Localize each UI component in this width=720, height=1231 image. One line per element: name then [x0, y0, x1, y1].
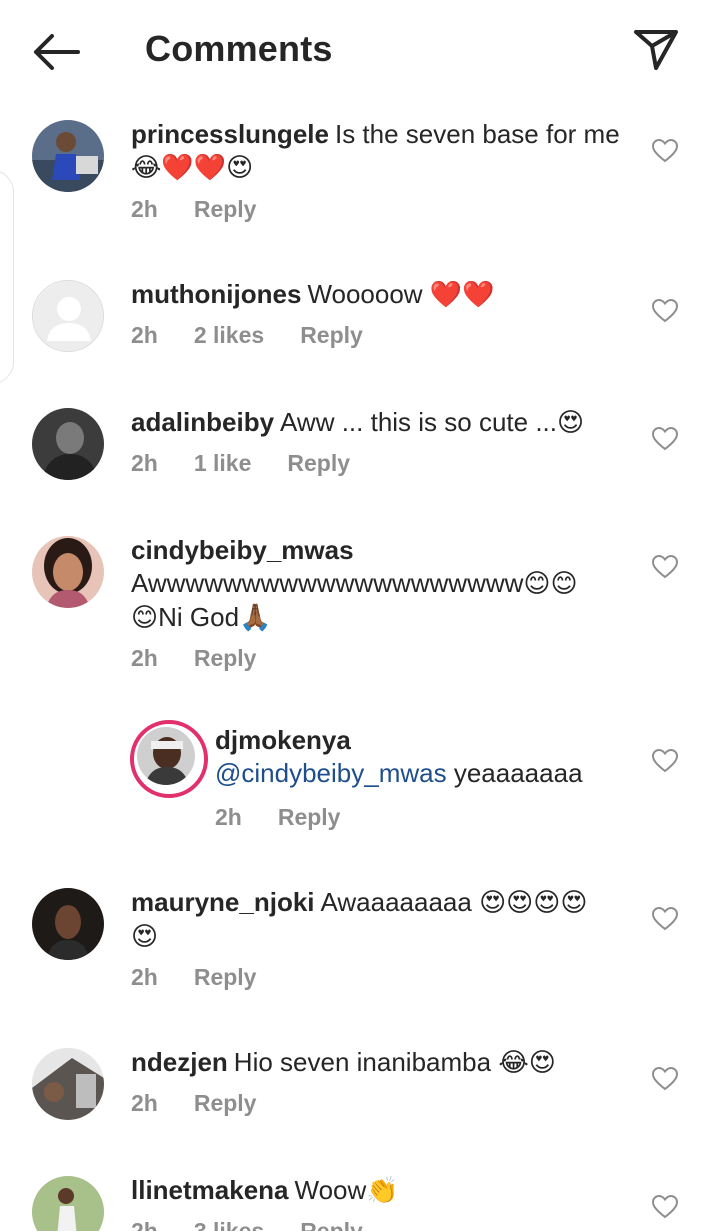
comment-meta: 2h Reply [215, 804, 376, 831]
comment-meta: 2h Reply [131, 196, 292, 223]
share-button[interactable] [632, 26, 680, 72]
comment-text: princesslungele Is the seven base for me … [131, 118, 621, 185]
comment-meta: 2h Reply [131, 964, 292, 991]
emoji-sequence: ❤️❤️ [429, 280, 495, 310]
reply-button[interactable]: Reply [300, 1218, 363, 1231]
username-link[interactable]: adalinbeiby [131, 407, 274, 437]
page-title: Comments [145, 28, 333, 69]
emoji-sequence: 👏 [366, 1176, 399, 1206]
username-link[interactable]: muthonijones [131, 279, 301, 309]
comment-body: Hio seven inanibamba [233, 1047, 492, 1077]
timestamp: 2h [131, 1090, 158, 1116]
arrow-left-icon [34, 34, 80, 70]
avatar [137, 727, 195, 785]
avatar[interactable] [32, 1176, 104, 1231]
comment-meta: 2h 1 like Reply [131, 450, 386, 477]
comment-text: muthonijones Wooooow ❤️❤️ [131, 278, 621, 312]
comment-item: adalinbeiby Aww ... this is so cute ...😍 … [0, 406, 720, 496]
likes-count[interactable]: 2 likes [194, 322, 264, 348]
comment-body: Woow [294, 1175, 367, 1205]
heart-icon[interactable] [652, 907, 678, 931]
timestamp: 2h [131, 1218, 158, 1231]
heart-icon[interactable] [652, 427, 678, 451]
avatar-story-ring[interactable] [130, 720, 208, 798]
timestamp: 2h [131, 964, 158, 990]
comment-body: Aww ... this is so cute ... [280, 407, 557, 437]
comment-meta: 2h Reply [131, 1090, 292, 1117]
reply-button[interactable]: Reply [278, 804, 341, 830]
comment-meta: 2h Reply [131, 645, 292, 672]
comment-item: mauryne_njoki Awaaaaaaaa 😍😍😍😍 😍 2h Reply [0, 886, 720, 1006]
comment-body: Awwwwwwwwwwwwwwwwwwww😊😊 [131, 568, 578, 599]
username-link[interactable]: mauryne_njoki [131, 887, 315, 917]
avatar[interactable] [32, 888, 104, 960]
avatar[interactable] [32, 1048, 104, 1120]
emoji-sequence: 😂😍 [498, 1048, 556, 1078]
reply-button[interactable]: Reply [300, 322, 363, 348]
timestamp: 2h [215, 804, 242, 830]
comment-body: Awaaaaaaaa [320, 887, 472, 917]
avatar[interactable] [32, 120, 104, 192]
comment-text: adalinbeiby Aww ... this is so cute ...😍 [131, 406, 621, 440]
comment-text: ndezjen Hio seven inanibamba 😂😍 [131, 1046, 621, 1080]
comment-text: mauryne_njoki Awaaaaaaaa 😍😍😍😍 😍 [131, 886, 621, 954]
reply-button[interactable]: Reply [194, 964, 257, 990]
header-bar: Comments [0, 0, 720, 104]
reply-button[interactable]: Reply [194, 645, 257, 671]
reply-button[interactable]: Reply [194, 196, 257, 222]
paper-plane-icon [634, 30, 678, 70]
heart-icon[interactable] [652, 299, 678, 323]
avatar[interactable] [32, 408, 104, 480]
comment-text: llinetmakena Woow👏 [131, 1174, 621, 1208]
comment-meta: 2h 3 likes Reply [131, 1218, 399, 1231]
username-link[interactable]: ndezjen [131, 1047, 228, 1077]
emoji-sequence: 😍 [557, 408, 585, 438]
username-link[interactable]: llinetmakena [131, 1175, 289, 1205]
emoji-sequence: 😍😍😍😍 [479, 888, 588, 918]
timestamp: 2h [131, 196, 158, 222]
comment-body: Is the seven base for me [334, 119, 620, 149]
username-link[interactable]: princesslungele [131, 119, 329, 149]
comment-item: ndezjen Hio seven inanibamba 😂😍 2h Reply [0, 1046, 720, 1136]
mention-link[interactable]: @cindybeiby_mwas [215, 758, 447, 788]
comment-item: llinetmakena Woow👏 2h 3 likes Reply [0, 1174, 720, 1231]
comment-item: princesslungele Is the seven base for me … [0, 118, 720, 238]
reply-button[interactable]: Reply [194, 1090, 257, 1116]
comment-body: @cindybeiby_mwas yeaaaaaaa [215, 758, 583, 788]
comment-text: djmokenya @cindybeiby_mwas yeaaaaaaa [215, 724, 635, 790]
timestamp: 2h [131, 322, 158, 348]
comment-body: Wooooow [307, 279, 423, 309]
timestamp: 2h [131, 645, 158, 671]
likes-count[interactable]: 3 likes [194, 1218, 264, 1231]
emoji-sequence: 😂❤️❤️😍 [131, 153, 254, 183]
heart-icon[interactable] [652, 1067, 678, 1091]
comment-body-line2: 😊Ni God🙏🏾 [131, 602, 272, 633]
reply-item: djmokenya @cindybeiby_mwas yeaaaaaaa 2h R… [0, 720, 720, 840]
heart-icon[interactable] [652, 749, 678, 773]
likes-count[interactable]: 1 like [194, 450, 252, 476]
comment-item: cindybeiby_mwas Awwwwwwwwwwwwwwwwwwww😊😊 … [0, 534, 720, 684]
avatar[interactable] [32, 280, 104, 352]
comment-text: cindybeiby_mwas Awwwwwwwwwwwwwwwwwwww😊😊 … [131, 534, 611, 635]
username-link[interactable]: cindybeiby_mwas [131, 534, 611, 567]
comment-item: muthonijones Wooooow ❤️❤️ 2h 2 likes Reply [0, 278, 720, 368]
heart-icon[interactable] [652, 555, 678, 579]
heart-icon[interactable] [652, 139, 678, 163]
emoji-sequence-2: 😍 [131, 922, 159, 952]
heart-icon[interactable] [652, 1195, 678, 1219]
avatar[interactable] [32, 536, 104, 608]
comment-meta: 2h 2 likes Reply [131, 322, 399, 349]
timestamp: 2h [131, 450, 158, 476]
back-button[interactable] [30, 30, 82, 74]
reply-button[interactable]: Reply [287, 450, 350, 476]
username-link[interactable]: djmokenya [215, 724, 635, 757]
